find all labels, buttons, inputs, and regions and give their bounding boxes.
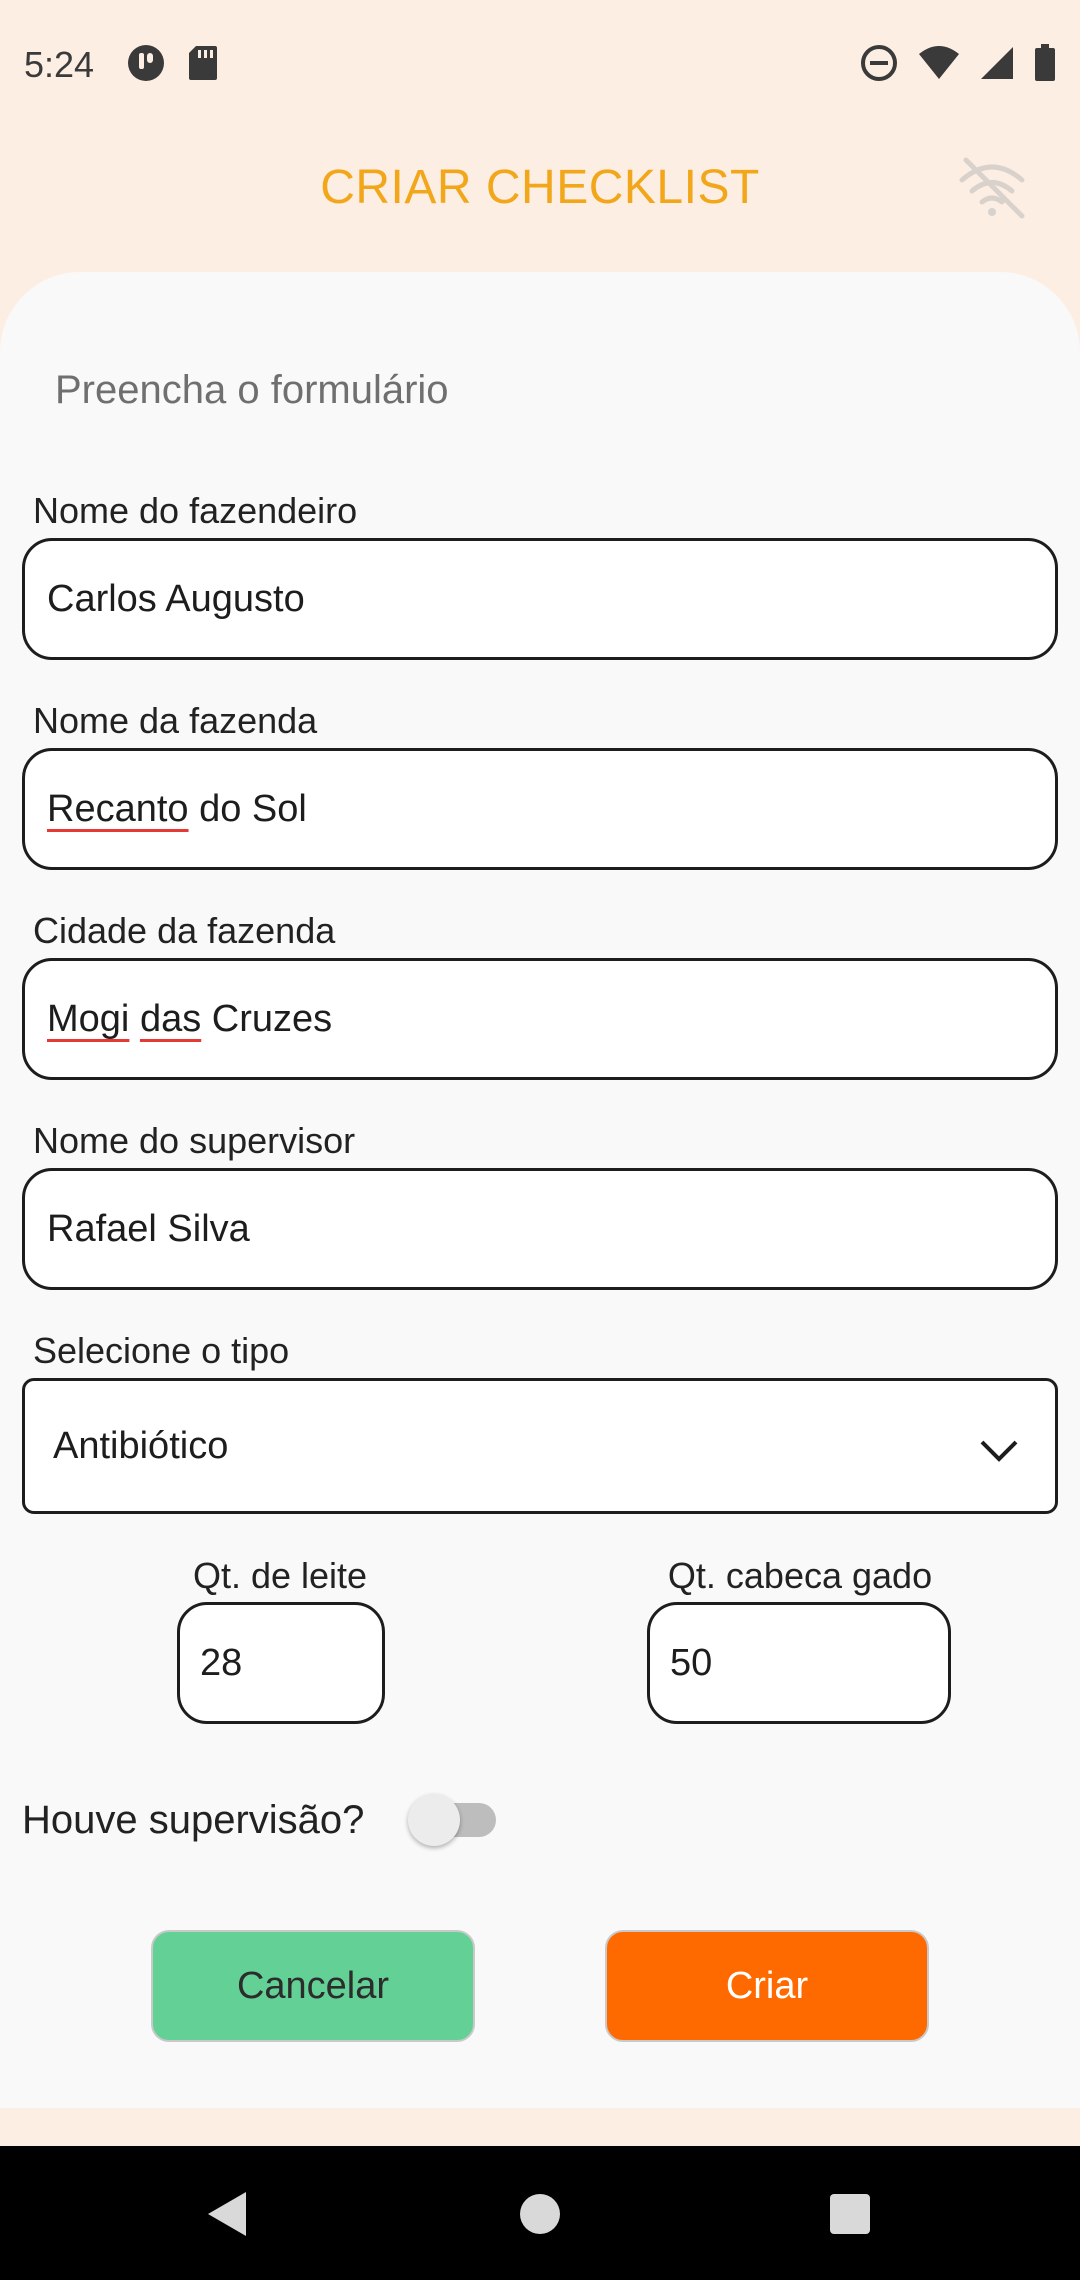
type-select[interactable]: Antibiótico [22,1378,1058,1514]
supervisor-name-value: Rafael Silva [47,1207,250,1250]
cattle-quantity-input[interactable]: 50 [647,1602,951,1724]
status-time: 5:24 [24,44,95,85]
create-button[interactable]: Criar [605,1930,929,2042]
supervisor-name-label: Nome do supervisor [33,1120,356,1161]
supervisor-name-input[interactable]: Rafael Silva [22,1168,1058,1290]
back-icon[interactable] [204,2190,250,2243]
sd-card-icon [188,45,218,86]
supervision-switch[interactable] [404,1788,500,1852]
switch-thumb [408,1794,460,1846]
farm-city-input[interactable]: Mogi das Cruzes [22,958,1058,1080]
farm-city-word-2: das [139,997,202,1040]
dnd-icon [860,44,898,87]
farm-name-misspelled-word: Recanto [47,787,189,830]
farmer-name-value: Carlos Augusto [47,577,305,620]
status-bar: 5:24 [0,0,1080,130]
supervision-label: Houve supervisão? [22,1798,365,1842]
recents-icon[interactable] [828,2190,872,2243]
signal-icon [980,46,1014,85]
type-select-label: Selecione o tipo [33,1330,290,1371]
farm-name-input[interactable]: Recanto do Sol [22,748,1058,870]
cancel-button[interactable]: Cancelar [151,1930,475,2042]
wifi-icon [918,45,960,85]
farm-city-word-1: Mogi [47,997,130,1040]
farm-city-space [129,998,140,1041]
wifi-off-icon[interactable] [952,148,1032,233]
cattle-quantity-label: Qt. cabeca gado [667,1555,933,1596]
talkback-icon [126,43,166,88]
home-icon[interactable] [518,2190,562,2243]
cancel-button-label: Cancelar [236,1964,390,2007]
status-right-icons [860,43,1056,87]
milk-quantity-value: 28 [200,1641,243,1684]
form-sheet: Preencha o formulário Nome do fazendeiro… [0,272,1080,2108]
chevron-down-icon [979,1431,1019,1474]
top-app-bar: CRIAR CHECKLIST [0,130,1080,270]
farmer-name-input[interactable]: Carlos Augusto [22,538,1058,660]
milk-quantity-input[interactable]: 28 [177,1602,385,1724]
create-button-label: Criar [725,1964,809,2007]
status-left-icons [126,43,218,88]
cattle-quantity-value: 50 [670,1641,713,1684]
form-heading: Preencha o formulário [55,368,449,412]
farm-city-rest: Cruzes [201,997,333,1040]
page-title: CRIAR CHECKLIST [320,161,760,214]
milk-quantity-label: Qt. de leite [192,1555,368,1596]
system-nav-bar [0,2146,1080,2280]
farm-name-label: Nome da fazenda [33,700,318,741]
farmer-name-label: Nome do fazendeiro [33,490,358,531]
farm-name-rest: do Sol [188,787,307,830]
battery-icon [1034,43,1056,87]
type-select-value: Antibiótico [53,1424,229,1467]
farm-city-label: Cidade da fazenda [33,910,336,951]
